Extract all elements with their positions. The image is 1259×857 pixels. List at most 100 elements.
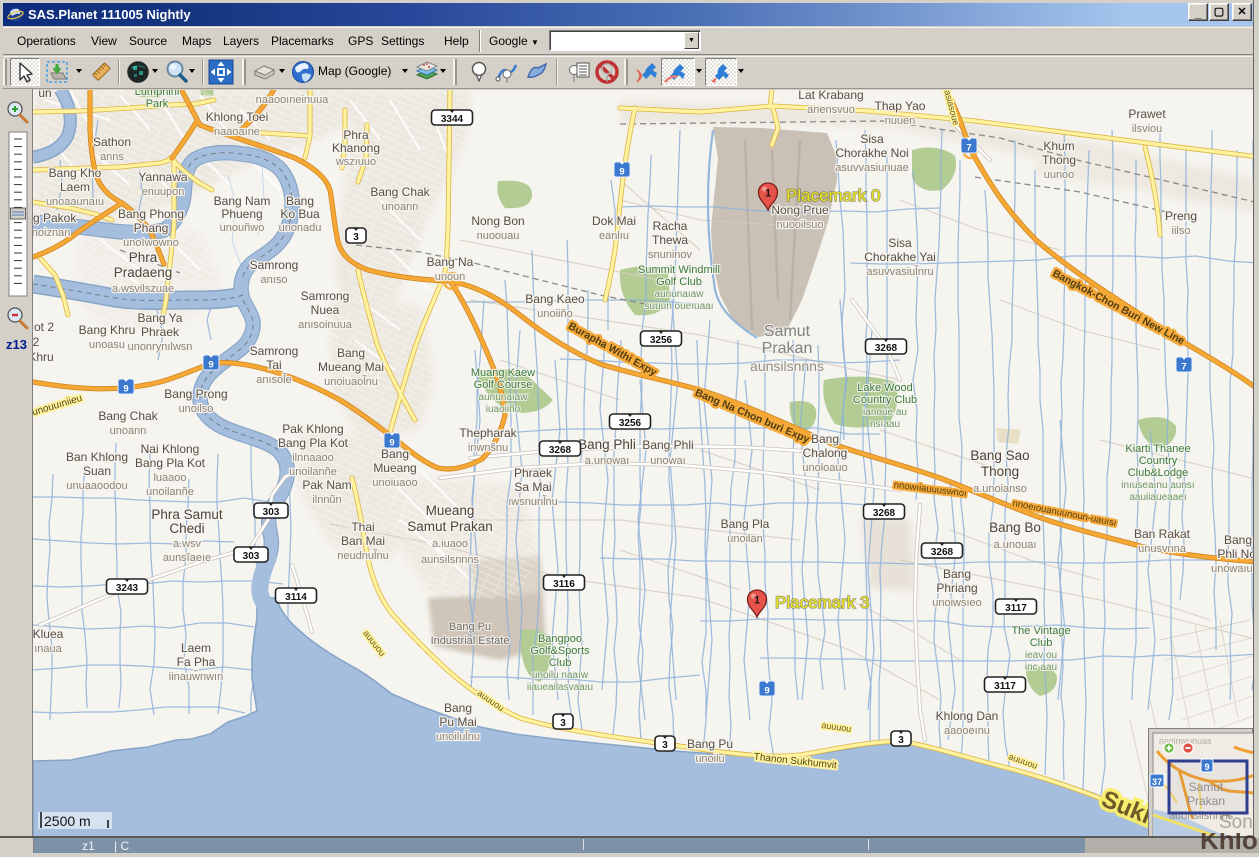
svg-text:Nong Prue: Nong Prue: [771, 203, 829, 217]
svg-text:303: 303: [263, 507, 280, 518]
svg-text:Pak Khlong: Pak Khlong: [282, 422, 343, 436]
svg-text:Samrong: Samrong: [301, 289, 350, 303]
svg-text:3: 3: [898, 735, 904, 746]
svg-text:Mueang Mai: Mueang Mai: [318, 360, 384, 374]
svg-text:wszıuuo: wszıuuo: [335, 156, 376, 168]
svg-text:ianoue au: ianoue au: [863, 407, 907, 418]
svg-text:Samrong: Samrong: [250, 344, 299, 358]
svg-text:Club: Club: [1030, 637, 1053, 649]
svg-text:Khru: Khru: [33, 350, 54, 364]
svg-text:unoun: unoun: [435, 271, 466, 283]
svg-text:Summit Windmill: Summit Windmill: [638, 264, 720, 276]
svg-text:ilnnũn: ilnnũn: [312, 494, 341, 506]
svg-text:iiaueailasvaaıu: iiaueailasvaaıu: [527, 682, 593, 693]
svg-text:3256: 3256: [619, 418, 642, 429]
svg-text:naaooıneinuua: naaooıneinuua: [256, 94, 330, 106]
svg-text:9: 9: [619, 167, 624, 178]
svg-text:aununaıaw: aununaıaw: [479, 392, 529, 403]
svg-text:unuaaoodou: unuaaoodou: [66, 480, 127, 492]
svg-text:Phraek: Phraek: [514, 466, 553, 480]
svg-text:unoIwowno: unoIwowno: [123, 237, 179, 249]
svg-text:Muang Kaew: Muang Kaew: [471, 367, 535, 379]
svg-text:unoann: unoann: [382, 201, 419, 213]
svg-text:Phraek: Phraek: [141, 325, 180, 339]
svg-text:Lake Wood: Lake Wood: [857, 382, 912, 394]
svg-text:Phra: Phra: [343, 128, 369, 142]
svg-text:Ban Khlong: Ban Khlong: [66, 450, 128, 464]
svg-text:Bang Kho: Bang Kho: [49, 166, 102, 180]
svg-text:z13: z13: [6, 337, 27, 352]
svg-text:unonrynılwsn: unonrynılwsn: [128, 341, 193, 353]
svg-text:7: 7: [966, 143, 971, 154]
svg-text:Placemark 0: Placemark 0: [786, 186, 880, 205]
svg-text:Ko Bua: Ko Bua: [280, 207, 320, 221]
svg-text:unoaaunaıu: unoaaunaıu: [46, 196, 104, 208]
svg-text:unoilanñe: unoilanñe: [289, 466, 337, 478]
svg-text:inc aau: inc aau: [1025, 662, 1057, 673]
svg-text:aauiiaueaaeı: aauiiaueaaeı: [1129, 492, 1186, 503]
svg-text:Phra Samut: Phra Samut: [151, 507, 223, 522]
svg-text:Samut: Samut: [764, 323, 811, 340]
svg-text:Khanong: Khanong: [332, 141, 380, 155]
svg-text:Bang: Bang: [286, 194, 314, 208]
svg-text:Ban Rakat: Ban Rakat: [1134, 527, 1191, 541]
svg-text:Sisa: Sisa: [860, 132, 884, 146]
svg-text:ang Pakok: ang Pakok: [33, 211, 77, 225]
svg-text:anıso: anıso: [261, 274, 288, 286]
svg-text:unowaıuae: unowaıuae: [1211, 563, 1259, 575]
svg-text:Sisa: Sisa: [888, 236, 912, 250]
svg-text:a.unoianso: a.unoianso: [973, 483, 1027, 495]
svg-text:aunsilsnnns: aunsilsnnns: [750, 358, 824, 374]
svg-text:anısoinuua: anısoinuua: [298, 319, 353, 331]
svg-text:Nai Khlong: Nai Khlong: [141, 442, 200, 456]
svg-text:Yannawa: Yannawa: [138, 170, 187, 184]
svg-text:nuooilsuo: nuooilsuo: [776, 219, 823, 231]
svg-text:unoilan: unoilan: [727, 533, 762, 545]
svg-text:Bang Na: Bang Na: [427, 255, 474, 269]
svg-text:ıwsnunl̃nu: ıwsnunl̃nu: [508, 495, 558, 508]
svg-text:Racha: Racha: [653, 219, 688, 233]
svg-text:a.iuaoo: a.iuaoo: [432, 538, 468, 550]
svg-text:9: 9: [208, 360, 213, 371]
svg-text:a.wsv: a.wsv: [173, 538, 202, 550]
svg-text:Chorakhe Noi: Chorakhe Noi: [835, 146, 908, 160]
svg-text:unoiuaol̃nu: unoiuaol̃nu: [324, 375, 378, 388]
svg-text:3116: 3116: [553, 579, 575, 590]
svg-text:unoilu: unoilu: [695, 753, 724, 765]
svg-text:unoann: unoann: [110, 425, 147, 437]
svg-text:Dok Mai: Dok Mai: [592, 214, 636, 228]
svg-text:Ban Mai: Ban Mai: [341, 534, 385, 548]
svg-text:37: 37: [1152, 777, 1162, 787]
svg-text:unoilu naaıw: unoilu naaıw: [532, 670, 589, 681]
svg-text:Bangpoo: Bangpoo: [538, 633, 582, 645]
svg-text:3268: 3268: [873, 508, 896, 519]
svg-text:inıuseaınu aunsı: inıuseaınu aunsı: [1121, 480, 1194, 491]
svg-text:Laem: Laem: [181, 641, 211, 655]
svg-text:9: 9: [1204, 762, 1209, 772]
svg-text:unoloauo: unoloauo: [802, 462, 847, 474]
svg-text:anensvuo: anensvuo: [807, 104, 855, 116]
svg-text:unoiiño: unoiiño: [537, 308, 572, 320]
svg-text:luaaoo: luaaoo: [153, 472, 186, 484]
svg-text:unoiwsıeo: unoiwsıeo: [932, 597, 982, 609]
svg-text:Bang Pla Kot: Bang Pla Kot: [135, 456, 206, 470]
svg-text:Placemark 3: Placemark 3: [775, 593, 869, 612]
svg-text:aunsĩaeıe: aunsĩaeıe: [163, 552, 211, 564]
svg-text:Bang: Bang: [337, 346, 365, 360]
svg-text:Preng: Preng: [1165, 209, 1197, 223]
svg-text:1: 1: [765, 188, 771, 200]
svg-text:303: 303: [243, 551, 260, 562]
svg-text:Thai: Thai: [351, 520, 374, 534]
svg-text:3117: 3117: [1005, 603, 1027, 614]
svg-text:Industrial Estate: Industrial Estate: [431, 635, 510, 647]
svg-text:Bang Ya: Bang Ya: [138, 311, 183, 325]
svg-text:Pu Mai: Pu Mai: [439, 715, 476, 729]
svg-text:Samut Prakan: Samut Prakan: [407, 519, 493, 534]
svg-text:unoiuaoo: unoiuaoo: [372, 477, 417, 489]
svg-text:Thong: Thong: [1042, 153, 1076, 167]
svg-text:3268: 3268: [875, 343, 898, 354]
svg-text:Nuea: Nuea: [311, 303, 340, 317]
svg-text:Thap Yao: Thap Yao: [875, 99, 926, 113]
svg-text:9: 9: [764, 686, 769, 697]
svg-text:nsıaau: nsıaau: [870, 419, 900, 430]
